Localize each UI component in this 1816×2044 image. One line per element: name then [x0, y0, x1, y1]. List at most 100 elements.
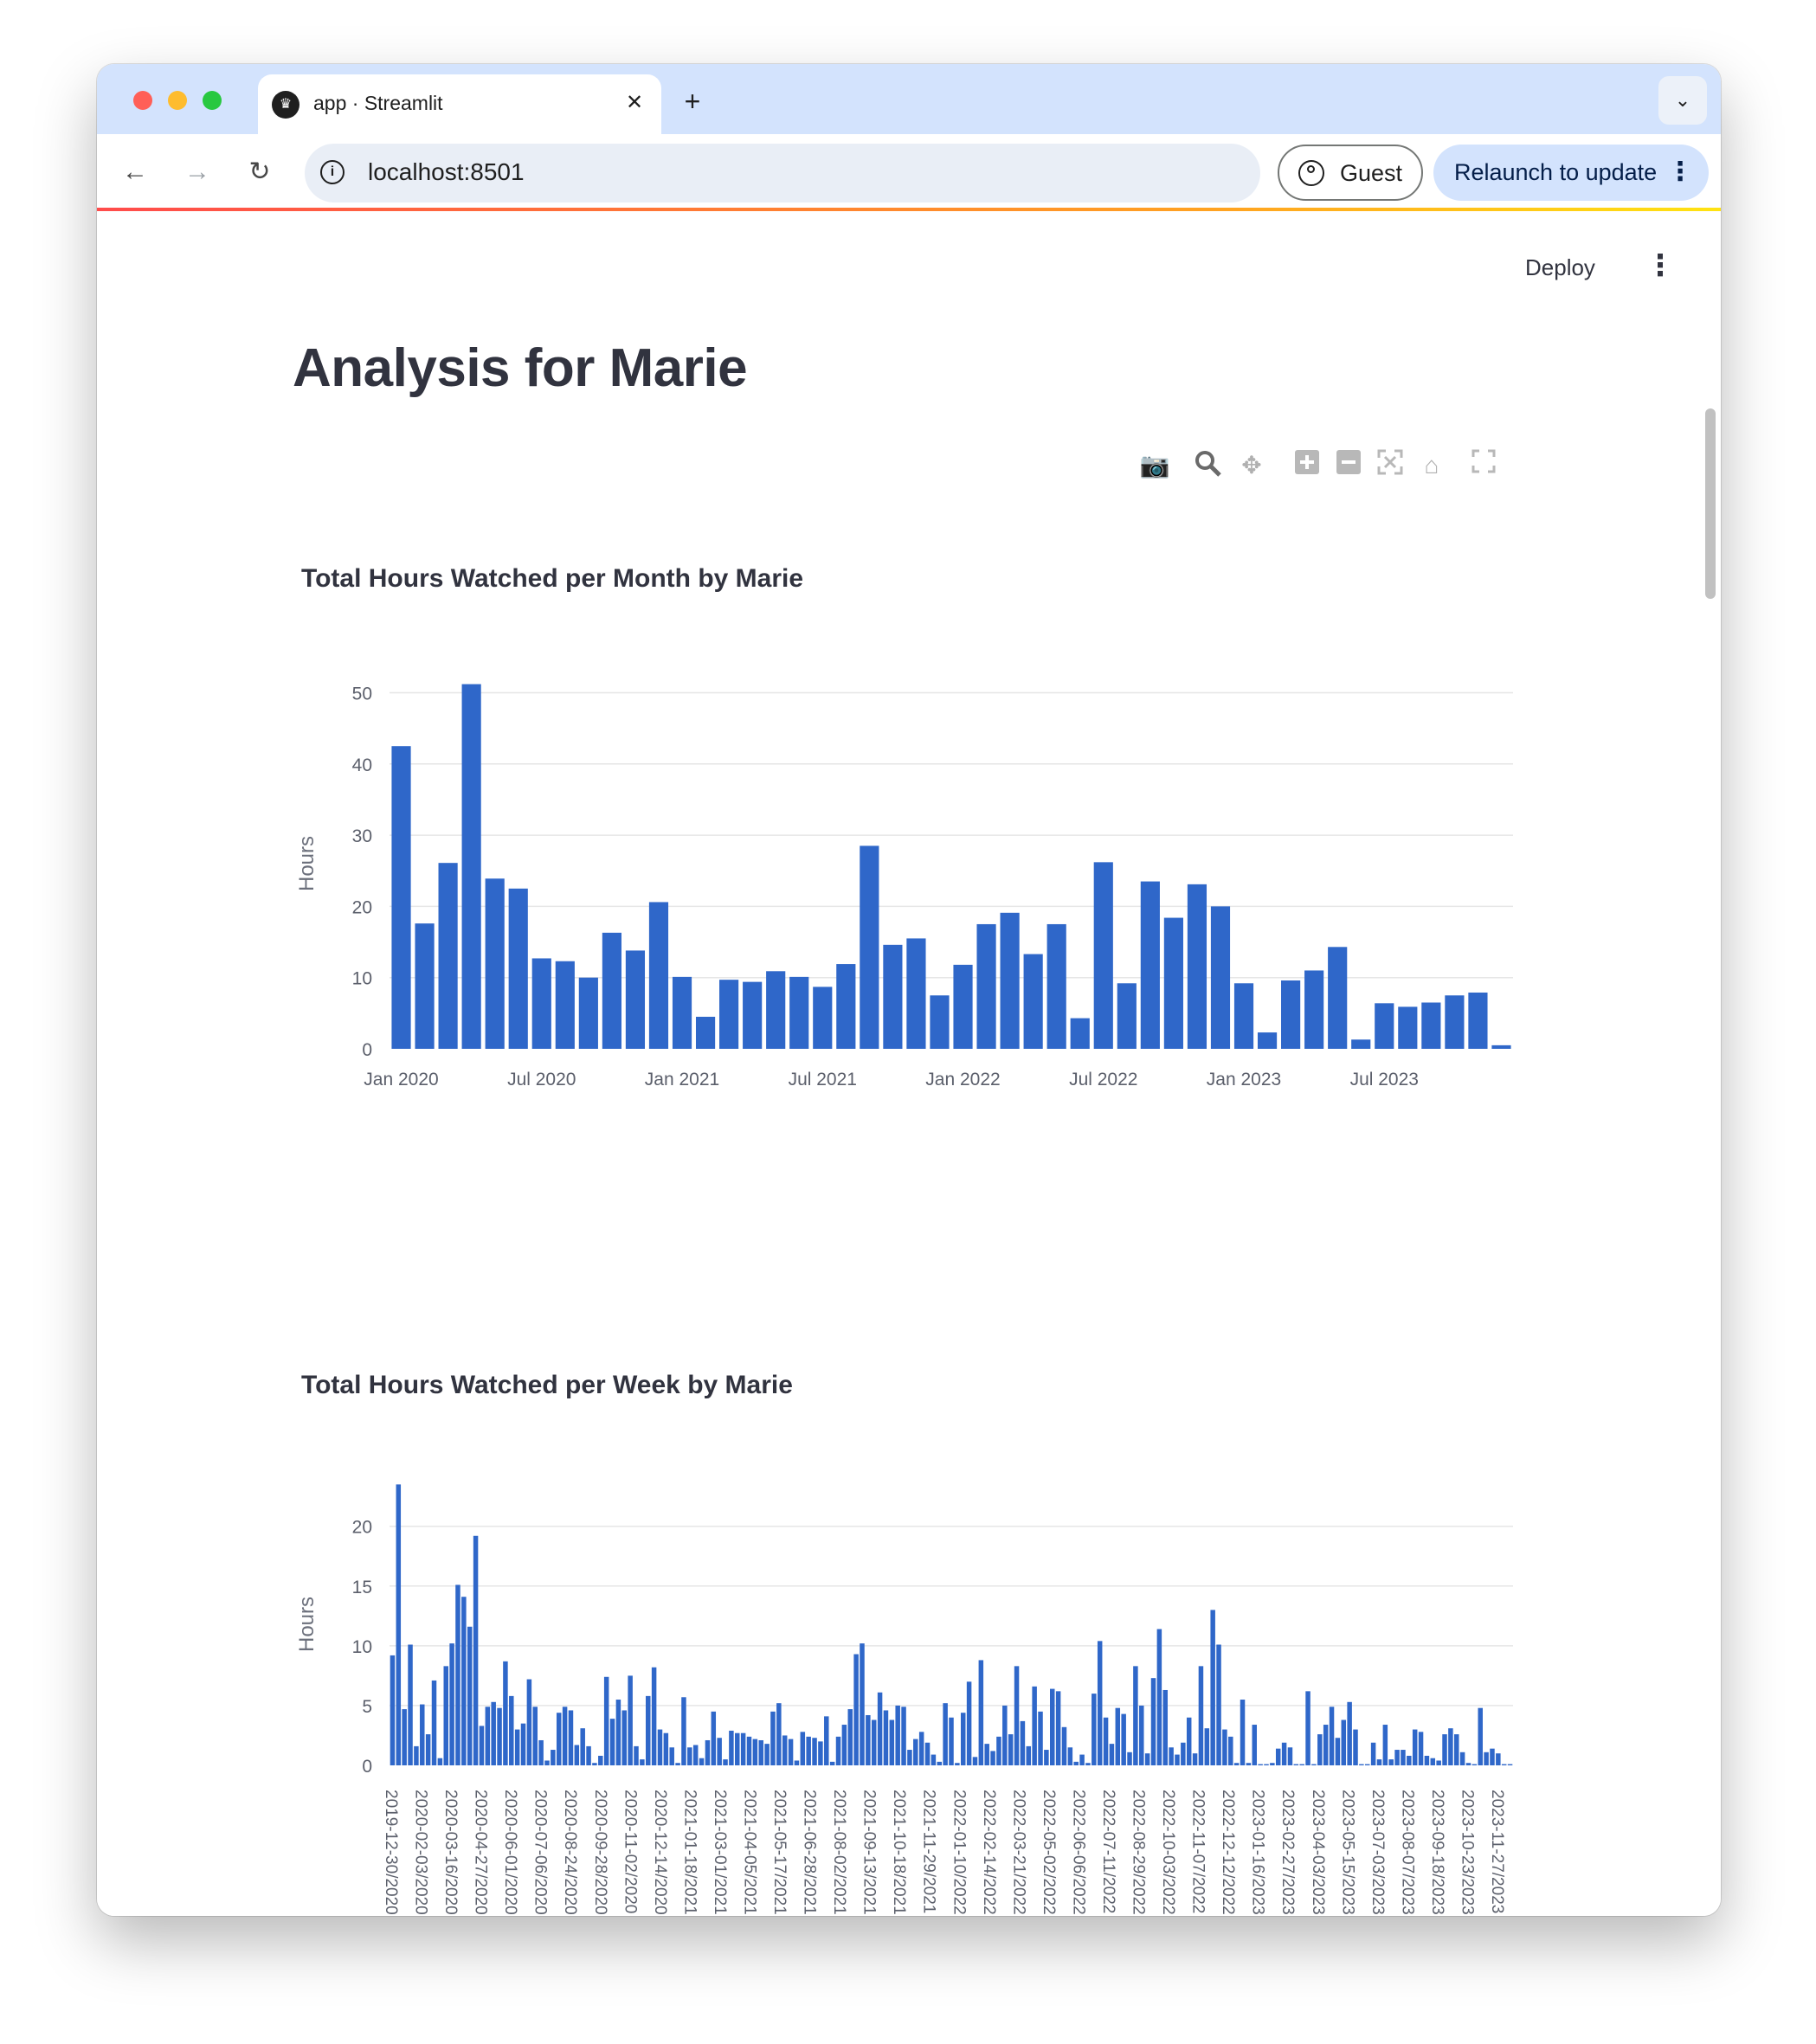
bar[interactable]	[818, 1741, 823, 1765]
bar[interactable]	[1501, 1764, 1507, 1765]
bar[interactable]	[1210, 1610, 1215, 1765]
bar[interactable]	[1257, 1032, 1278, 1049]
bar[interactable]	[1448, 1728, 1453, 1765]
new-tab-icon[interactable]: +	[675, 84, 710, 119]
bar[interactable]	[770, 1711, 776, 1765]
bar[interactable]	[1228, 1736, 1233, 1765]
bar[interactable]	[1023, 954, 1043, 1049]
bar[interactable]	[675, 1763, 680, 1765]
bar[interactable]	[813, 987, 833, 1049]
bar[interactable]	[1465, 1763, 1471, 1765]
bar[interactable]	[996, 1736, 1001, 1765]
bar[interactable]	[657, 1729, 663, 1765]
bar[interactable]	[455, 1584, 460, 1765]
bar[interactable]	[556, 1713, 562, 1765]
bar[interactable]	[578, 977, 598, 1049]
bar[interactable]	[1026, 1745, 1032, 1765]
bar[interactable]	[431, 1680, 437, 1765]
bar[interactable]	[1070, 1018, 1090, 1049]
bar[interactable]	[764, 1744, 770, 1765]
bar[interactable]	[1484, 1752, 1489, 1765]
bar[interactable]	[924, 1742, 931, 1765]
bar[interactable]	[1335, 1738, 1341, 1765]
bar[interactable]	[1454, 1734, 1459, 1765]
bar[interactable]	[1092, 1694, 1097, 1765]
bar[interactable]	[943, 1703, 948, 1765]
address-bar[interactable]: i localhost:8501	[305, 144, 1260, 202]
bar[interactable]	[789, 976, 809, 1049]
bar[interactable]	[984, 1744, 989, 1765]
bar[interactable]	[883, 1710, 889, 1765]
bar[interactable]	[1233, 983, 1254, 1049]
bar[interactable]	[1375, 1003, 1394, 1049]
bar[interactable]	[467, 1626, 473, 1765]
bar[interactable]	[1156, 1629, 1162, 1765]
bar[interactable]	[1401, 1750, 1406, 1765]
bar[interactable]	[592, 1763, 597, 1765]
fullscreen-icon[interactable]	[1466, 448, 1501, 483]
bar[interactable]	[562, 1707, 568, 1765]
bar[interactable]	[1073, 1761, 1079, 1765]
bar[interactable]	[1175, 1754, 1180, 1765]
bar[interactable]	[1002, 1705, 1008, 1765]
bar[interactable]	[931, 1754, 937, 1765]
bar[interactable]	[1293, 1764, 1299, 1765]
bar[interactable]	[1507, 1764, 1513, 1765]
bar[interactable]	[609, 1719, 615, 1765]
bar[interactable]	[1264, 1764, 1269, 1765]
bar[interactable]	[906, 938, 926, 1049]
bar[interactable]	[532, 1707, 538, 1765]
bar[interactable]	[438, 863, 458, 1049]
bar[interactable]	[883, 944, 903, 1049]
bar[interactable]	[930, 995, 950, 1049]
bar[interactable]	[1198, 1666, 1204, 1765]
bar[interactable]	[1459, 1752, 1465, 1765]
bar[interactable]	[889, 1719, 895, 1765]
bar[interactable]	[699, 1758, 705, 1765]
bar[interactable]	[1418, 1732, 1424, 1765]
bar[interactable]	[1216, 1644, 1221, 1765]
bar[interactable]	[972, 1757, 978, 1765]
bar[interactable]	[1382, 1725, 1388, 1765]
bar[interactable]	[1008, 1734, 1014, 1765]
bar[interactable]	[603, 1676, 609, 1765]
bar[interactable]	[1370, 1742, 1376, 1765]
bar[interactable]	[824, 1716, 829, 1765]
site-info-icon[interactable]: i	[320, 160, 345, 184]
bar[interactable]	[1496, 1753, 1501, 1765]
bar[interactable]	[437, 1758, 443, 1765]
bar[interactable]	[1359, 1764, 1364, 1765]
bar[interactable]	[1353, 1729, 1358, 1765]
bar[interactable]	[1323, 1725, 1329, 1765]
bar[interactable]	[602, 932, 621, 1049]
bar[interactable]	[1093, 862, 1113, 1049]
bar[interactable]	[895, 1705, 900, 1765]
bar[interactable]	[1351, 1039, 1371, 1049]
deploy-button[interactable]: Deploy	[1525, 254, 1595, 281]
bar[interactable]	[1376, 1759, 1382, 1765]
bar[interactable]	[1436, 1760, 1441, 1765]
bar[interactable]	[877, 1692, 883, 1765]
bar[interactable]	[913, 1739, 918, 1765]
bar[interactable]	[1186, 1717, 1192, 1765]
bar[interactable]	[729, 1730, 734, 1765]
close-tab-icon[interactable]: ✕	[620, 88, 649, 118]
bar[interactable]	[580, 1728, 585, 1765]
minimize-window-button[interactable]	[168, 91, 187, 110]
bar[interactable]	[568, 1710, 574, 1765]
bar[interactable]	[672, 976, 692, 1049]
zoom-in-icon[interactable]	[1290, 448, 1324, 483]
bar[interactable]	[1424, 1755, 1430, 1765]
bar[interactable]	[723, 1759, 728, 1765]
bar[interactable]	[1398, 1006, 1418, 1049]
bar[interactable]	[800, 1732, 806, 1765]
weekly-hours-chart[interactable]: 0 5 10 15 20 2019-12-30/2020 2020-02-03/2020 20…	[97, 1431, 1721, 1916]
bar[interactable]	[740, 1732, 746, 1765]
bar[interactable]	[1412, 1729, 1418, 1765]
bar[interactable]	[1115, 1707, 1121, 1765]
profile-guest-button[interactable]: Guest	[1278, 145, 1423, 201]
bar[interactable]	[949, 1717, 954, 1765]
bar[interactable]	[509, 1695, 514, 1765]
bar[interactable]	[1050, 1688, 1055, 1765]
bar[interactable]	[621, 1710, 628, 1765]
